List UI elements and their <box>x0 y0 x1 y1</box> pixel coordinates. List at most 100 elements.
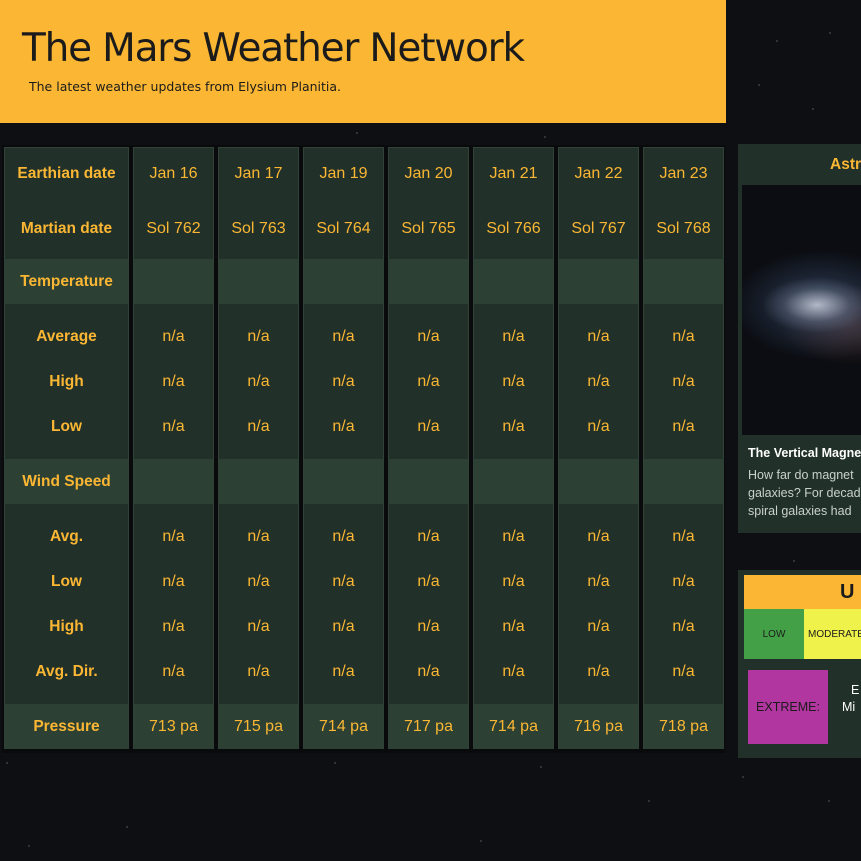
temperature-section-cell <box>559 259 638 304</box>
row-labels-column: Earthian date Martian date Temperature A… <box>4 147 129 749</box>
apod-title: Astro <box>830 156 861 173</box>
wind-section-cell <box>559 459 638 504</box>
day-wind-avg: n/a <box>162 527 185 545</box>
day-temp-high: n/a <box>417 372 440 390</box>
label-wind-low: Low <box>51 572 82 590</box>
day-earth-date: Jan 20 <box>404 165 453 182</box>
day-temp-low: n/a <box>417 417 440 435</box>
day-wind-high: n/a <box>332 617 355 635</box>
day-wind-dir: n/a <box>672 662 695 680</box>
day-wind-dir: n/a <box>502 662 525 680</box>
site-subtitle: The latest weather updates from Elysium … <box>29 79 342 94</box>
day-wind-avg: n/a <box>502 527 525 545</box>
day-temp-low: n/a <box>162 417 185 435</box>
day-wind-low: n/a <box>672 572 695 590</box>
uv-title: U V <box>840 581 861 603</box>
label-temperature: Temperature <box>5 259 128 304</box>
temperature-section-cell <box>304 259 383 304</box>
day-wind-dir: n/a <box>417 662 440 680</box>
day-temp-high: n/a <box>587 372 610 390</box>
uv-header: U V <box>744 575 861 609</box>
uv-extreme-description: E Mi <box>842 682 861 716</box>
day-pressure: 714 pa <box>304 704 383 749</box>
galaxy-image[interactable] <box>742 185 861 435</box>
day-wind-dir: n/a <box>162 662 185 680</box>
day-wind-high: n/a <box>162 617 185 635</box>
wind-section-cell <box>644 459 723 504</box>
day-mars-date: Sol 762 <box>146 220 201 237</box>
day-wind-high: n/a <box>672 617 695 635</box>
day-temp-avg: n/a <box>162 327 185 345</box>
day-temp-high: n/a <box>672 372 695 390</box>
site-title: The Mars Weather Network <box>22 26 525 71</box>
day-temp-high: n/a <box>162 372 185 390</box>
day-column: Jan 20 Sol 765 n/a n/a n/a n/a n/a n/a n/a 717 pa <box>388 147 469 749</box>
day-wind-avg: n/a <box>417 527 440 545</box>
day-temp-high: n/a <box>332 372 355 390</box>
day-pressure: 718 pa <box>644 704 723 749</box>
label-wind-speed: Wind Speed <box>5 459 128 504</box>
day-wind-avg: n/a <box>587 527 610 545</box>
uv-level-low: LOW <box>744 609 804 659</box>
day-mars-date: Sol 764 <box>316 220 371 237</box>
day-column: Jan 22 Sol 767 n/a n/a n/a n/a n/a n/a n/a 716 pa <box>558 147 639 749</box>
page: The Mars Weather Network The latest weat… <box>0 0 861 861</box>
day-pressure: 716 pa <box>559 704 638 749</box>
day-wind-low: n/a <box>332 572 355 590</box>
day-temp-avg: n/a <box>332 327 355 345</box>
day-mars-date: Sol 768 <box>656 220 711 237</box>
label-wind-direction: Avg. Dir. <box>35 662 98 680</box>
day-wind-avg: n/a <box>332 527 355 545</box>
wind-section-cell <box>304 459 383 504</box>
day-temp-avg: n/a <box>247 327 270 345</box>
site-header: The Mars Weather Network The latest weat… <box>0 0 726 123</box>
temperature-section-cell <box>219 259 298 304</box>
day-earth-date: Jan 16 <box>149 165 198 182</box>
apod-description-line: How far do magnet <box>748 468 854 482</box>
label-pressure: Pressure <box>5 704 128 749</box>
day-earth-date: Jan 22 <box>574 165 623 182</box>
label-mars-date: Martian date <box>20 220 113 237</box>
day-column: Jan 23 Sol 768 n/a n/a n/a n/a n/a n/a n/a 718 pa <box>643 147 724 749</box>
uv-extreme-description-line: E <box>851 683 860 697</box>
astronomy-picture-card: Astro The Vertical Magne How far do magn… <box>738 144 861 533</box>
label-temp-average: Average <box>36 327 97 345</box>
uv-extreme-description-line: Mi <box>842 700 856 714</box>
day-wind-avg: n/a <box>247 527 270 545</box>
temperature-section-cell <box>474 259 553 304</box>
day-wind-low: n/a <box>247 572 270 590</box>
day-temp-avg: n/a <box>417 327 440 345</box>
day-pressure: 713 pa <box>134 704 213 749</box>
label-temp-low: Low <box>51 417 82 435</box>
day-mars-date: Sol 763 <box>231 220 286 237</box>
weather-table: Earthian date Martian date Temperature A… <box>2 145 725 753</box>
day-wind-high: n/a <box>587 617 610 635</box>
day-wind-low: n/a <box>417 572 440 590</box>
temperature-section-cell <box>389 259 468 304</box>
apod-description-line: galaxies? For decad <box>748 486 861 500</box>
day-wind-low: n/a <box>162 572 185 590</box>
day-pressure: 715 pa <box>219 704 298 749</box>
day-temp-avg: n/a <box>672 327 695 345</box>
day-temp-low: n/a <box>587 417 610 435</box>
day-wind-low: n/a <box>502 572 525 590</box>
day-column: Jan 16 Sol 762 n/a n/a n/a n/a n/a n/a n/a 713 pa <box>133 147 214 749</box>
day-earth-date: Jan 19 <box>319 165 368 182</box>
label-wind-high: High <box>49 617 84 635</box>
wind-section-cell <box>219 459 298 504</box>
day-temp-high: n/a <box>247 372 270 390</box>
day-pressure: 717 pa <box>389 704 468 749</box>
day-temp-avg: n/a <box>587 327 610 345</box>
day-column: Jan 21 Sol 766 n/a n/a n/a n/a n/a n/a n/a 714 pa <box>473 147 554 749</box>
day-wind-low: n/a <box>587 572 610 590</box>
label-wind-avg: Avg. <box>49 527 83 545</box>
day-pressure: 714 pa <box>474 704 553 749</box>
day-column: Jan 19 Sol 764 n/a n/a n/a n/a n/a n/a n/a 714 pa <box>303 147 384 749</box>
day-wind-high: n/a <box>417 617 440 635</box>
apod-caption: The Vertical Magne <box>748 446 861 460</box>
day-temp-low: n/a <box>247 417 270 435</box>
day-mars-date: Sol 767 <box>571 220 626 237</box>
label-earth-date: Earthian date <box>17 165 116 182</box>
label-temp-high: High <box>49 372 84 390</box>
day-mars-date: Sol 766 <box>486 220 541 237</box>
